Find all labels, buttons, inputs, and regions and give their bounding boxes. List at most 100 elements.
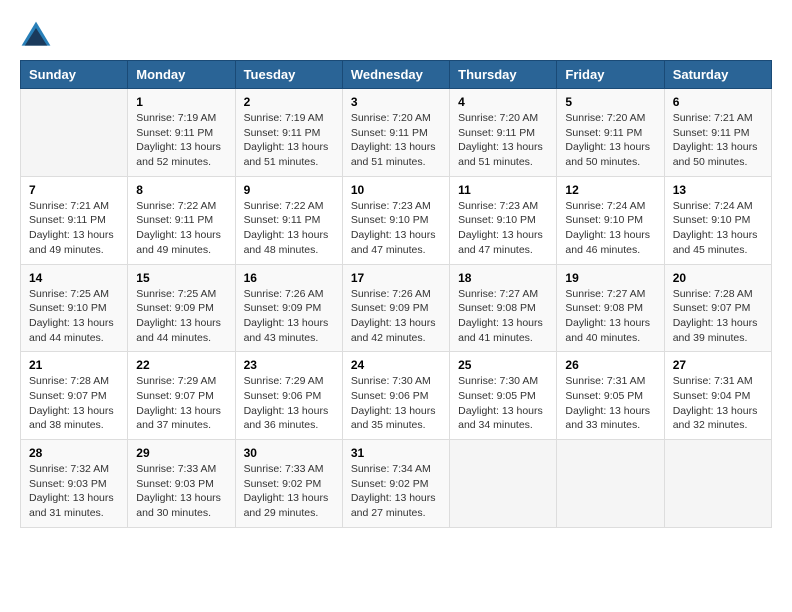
day-number: 29 xyxy=(136,446,226,460)
day-number: 23 xyxy=(244,358,334,372)
day-cell xyxy=(21,89,128,177)
day-number: 20 xyxy=(673,271,763,285)
day-cell: 3Sunrise: 7:20 AM Sunset: 9:11 PM Daylig… xyxy=(342,89,449,177)
day-info: Sunrise: 7:29 AM Sunset: 9:06 PM Dayligh… xyxy=(244,374,334,433)
day-cell: 6 Sunrise: 7:21 AM Sunset: 9:11 PM Daylig… xyxy=(664,89,771,177)
logo-icon xyxy=(20,20,52,52)
day-cell: 5 Sunrise: 7:20 AM Sunset: 9:11 PM Daylig… xyxy=(557,89,664,177)
week-row-4: 21Sunrise: 7:28 AM Sunset: 9:07 PM Dayli… xyxy=(21,352,772,440)
day-cell: 19 Sunrise: 7:27 AM Sunset: 9:08 PM Dayli… xyxy=(557,264,664,352)
day-cell: 17 Sunrise: 7:26 AM Sunset: 9:09 PM Dayli… xyxy=(342,264,449,352)
day-info: Sunrise: 7:28 AM Sunset: 9:07 PM Dayligh… xyxy=(29,374,119,433)
day-info: Sunrise: 7:22 AM Sunset: 9:11 PM Dayligh… xyxy=(136,199,226,258)
day-info: Sunrise: 7:21 AM Sunset: 9:11 PM Dayligh… xyxy=(673,111,763,170)
day-info: Sunrise: 7:24 AM Sunset: 9:10 PM Dayligh… xyxy=(673,199,763,258)
week-row-1: 1 Sunrise: 7:19 AM Sunset: 9:11 PM Daylig… xyxy=(21,89,772,177)
day-info: Sunrise: 7:23 AM Sunset: 9:10 PM Dayligh… xyxy=(351,199,441,258)
day-cell: 14 Sunrise: 7:25 AM Sunset: 9:10 PM Dayli… xyxy=(21,264,128,352)
day-info: Sunrise: 7:25 AM Sunset: 9:10 PM Dayligh… xyxy=(29,287,119,346)
day-info: Sunrise: 7:23 AM Sunset: 9:10 PM Dayligh… xyxy=(458,199,548,258)
day-info: Sunrise: 7:28 AM Sunset: 9:07 PM Dayligh… xyxy=(673,287,763,346)
day-info: Sunrise: 7:19 AM Sunset: 9:11 PM Dayligh… xyxy=(136,111,226,170)
day-number: 24 xyxy=(351,358,441,372)
day-cell: 16Sunrise: 7:26 AM Sunset: 9:09 PM Dayli… xyxy=(235,264,342,352)
day-info: Sunrise: 7:19 AM Sunset: 9:11 PM Dayligh… xyxy=(244,111,334,170)
day-cell: 24 Sunrise: 7:30 AM Sunset: 9:06 PM Dayli… xyxy=(342,352,449,440)
day-number: 1 xyxy=(136,95,226,109)
day-cell: 21Sunrise: 7:28 AM Sunset: 9:07 PM Dayli… xyxy=(21,352,128,440)
day-cell xyxy=(450,440,557,528)
day-cell: 29Sunrise: 7:33 AM Sunset: 9:03 PM Dayli… xyxy=(128,440,235,528)
header-row: SundayMondayTuesdayWednesdayThursdayFrid… xyxy=(21,61,772,89)
day-cell: 22 Sunrise: 7:29 AM Sunset: 9:07 PM Dayli… xyxy=(128,352,235,440)
day-number: 17 xyxy=(351,271,441,285)
day-cell: 18Sunrise: 7:27 AM Sunset: 9:08 PM Dayli… xyxy=(450,264,557,352)
day-number: 9 xyxy=(244,183,334,197)
day-number: 3 xyxy=(351,95,441,109)
day-info: Sunrise: 7:20 AM Sunset: 9:11 PM Dayligh… xyxy=(565,111,655,170)
logo xyxy=(20,20,56,52)
header-cell-saturday: Saturday xyxy=(664,61,771,89)
day-number: 12 xyxy=(565,183,655,197)
calendar-table: SundayMondayTuesdayWednesdayThursdayFrid… xyxy=(20,60,772,528)
day-cell xyxy=(557,440,664,528)
day-number: 8 xyxy=(136,183,226,197)
day-cell: 26 Sunrise: 7:31 AM Sunset: 9:05 PM Dayli… xyxy=(557,352,664,440)
day-cell: 13 Sunrise: 7:24 AM Sunset: 9:10 PM Dayli… xyxy=(664,176,771,264)
day-number: 7 xyxy=(29,183,119,197)
day-info: Sunrise: 7:29 AM Sunset: 9:07 PM Dayligh… xyxy=(136,374,226,433)
day-number: 26 xyxy=(565,358,655,372)
day-cell: 2 Sunrise: 7:19 AM Sunset: 9:11 PM Daylig… xyxy=(235,89,342,177)
day-number: 19 xyxy=(565,271,655,285)
day-cell: 11 Sunrise: 7:23 AM Sunset: 9:10 PM Dayli… xyxy=(450,176,557,264)
day-number: 15 xyxy=(136,271,226,285)
day-cell: 27 Sunrise: 7:31 AM Sunset: 9:04 PM Dayli… xyxy=(664,352,771,440)
week-row-5: 28 Sunrise: 7:32 AM Sunset: 9:03 PM Dayli… xyxy=(21,440,772,528)
day-number: 11 xyxy=(458,183,548,197)
day-cell: 28 Sunrise: 7:32 AM Sunset: 9:03 PM Dayli… xyxy=(21,440,128,528)
day-number: 27 xyxy=(673,358,763,372)
day-number: 30 xyxy=(244,446,334,460)
day-info: Sunrise: 7:21 AM Sunset: 9:11 PM Dayligh… xyxy=(29,199,119,258)
day-info: Sunrise: 7:32 AM Sunset: 9:03 PM Dayligh… xyxy=(29,462,119,521)
day-info: Sunrise: 7:30 AM Sunset: 9:05 PM Dayligh… xyxy=(458,374,548,433)
day-number: 5 xyxy=(565,95,655,109)
day-number: 18 xyxy=(458,271,548,285)
header-cell-monday: Monday xyxy=(128,61,235,89)
day-cell: 31Sunrise: 7:34 AM Sunset: 9:02 PM Dayli… xyxy=(342,440,449,528)
day-info: Sunrise: 7:20 AM Sunset: 9:11 PM Dayligh… xyxy=(458,111,548,170)
day-number: 13 xyxy=(673,183,763,197)
day-info: Sunrise: 7:31 AM Sunset: 9:05 PM Dayligh… xyxy=(565,374,655,433)
day-number: 14 xyxy=(29,271,119,285)
header-cell-thursday: Thursday xyxy=(450,61,557,89)
day-cell: 7 Sunrise: 7:21 AM Sunset: 9:11 PM Daylig… xyxy=(21,176,128,264)
day-info: Sunrise: 7:27 AM Sunset: 9:08 PM Dayligh… xyxy=(565,287,655,346)
day-number: 28 xyxy=(29,446,119,460)
day-cell: 25Sunrise: 7:30 AM Sunset: 9:05 PM Dayli… xyxy=(450,352,557,440)
header-cell-wednesday: Wednesday xyxy=(342,61,449,89)
day-info: Sunrise: 7:33 AM Sunset: 9:02 PM Dayligh… xyxy=(244,462,334,521)
header xyxy=(20,20,772,52)
day-cell: 30 Sunrise: 7:33 AM Sunset: 9:02 PM Dayli… xyxy=(235,440,342,528)
day-number: 6 xyxy=(673,95,763,109)
day-cell: 12 Sunrise: 7:24 AM Sunset: 9:10 PM Dayli… xyxy=(557,176,664,264)
day-info: Sunrise: 7:30 AM Sunset: 9:06 PM Dayligh… xyxy=(351,374,441,433)
day-cell: 15Sunrise: 7:25 AM Sunset: 9:09 PM Dayli… xyxy=(128,264,235,352)
header-cell-tuesday: Tuesday xyxy=(235,61,342,89)
day-number: 22 xyxy=(136,358,226,372)
header-cell-sunday: Sunday xyxy=(21,61,128,89)
day-cell: 20 Sunrise: 7:28 AM Sunset: 9:07 PM Dayli… xyxy=(664,264,771,352)
day-cell: 8 Sunrise: 7:22 AM Sunset: 9:11 PM Daylig… xyxy=(128,176,235,264)
day-number: 16 xyxy=(244,271,334,285)
day-info: Sunrise: 7:26 AM Sunset: 9:09 PM Dayligh… xyxy=(351,287,441,346)
day-info: Sunrise: 7:22 AM Sunset: 9:11 PM Dayligh… xyxy=(244,199,334,258)
day-cell xyxy=(664,440,771,528)
day-number: 2 xyxy=(244,95,334,109)
week-row-2: 7 Sunrise: 7:21 AM Sunset: 9:11 PM Daylig… xyxy=(21,176,772,264)
day-number: 31 xyxy=(351,446,441,460)
day-info: Sunrise: 7:31 AM Sunset: 9:04 PM Dayligh… xyxy=(673,374,763,433)
day-cell: 10Sunrise: 7:23 AM Sunset: 9:10 PM Dayli… xyxy=(342,176,449,264)
week-row-3: 14 Sunrise: 7:25 AM Sunset: 9:10 PM Dayli… xyxy=(21,264,772,352)
day-info: Sunrise: 7:24 AM Sunset: 9:10 PM Dayligh… xyxy=(565,199,655,258)
day-cell: 4Sunrise: 7:20 AM Sunset: 9:11 PM Daylig… xyxy=(450,89,557,177)
